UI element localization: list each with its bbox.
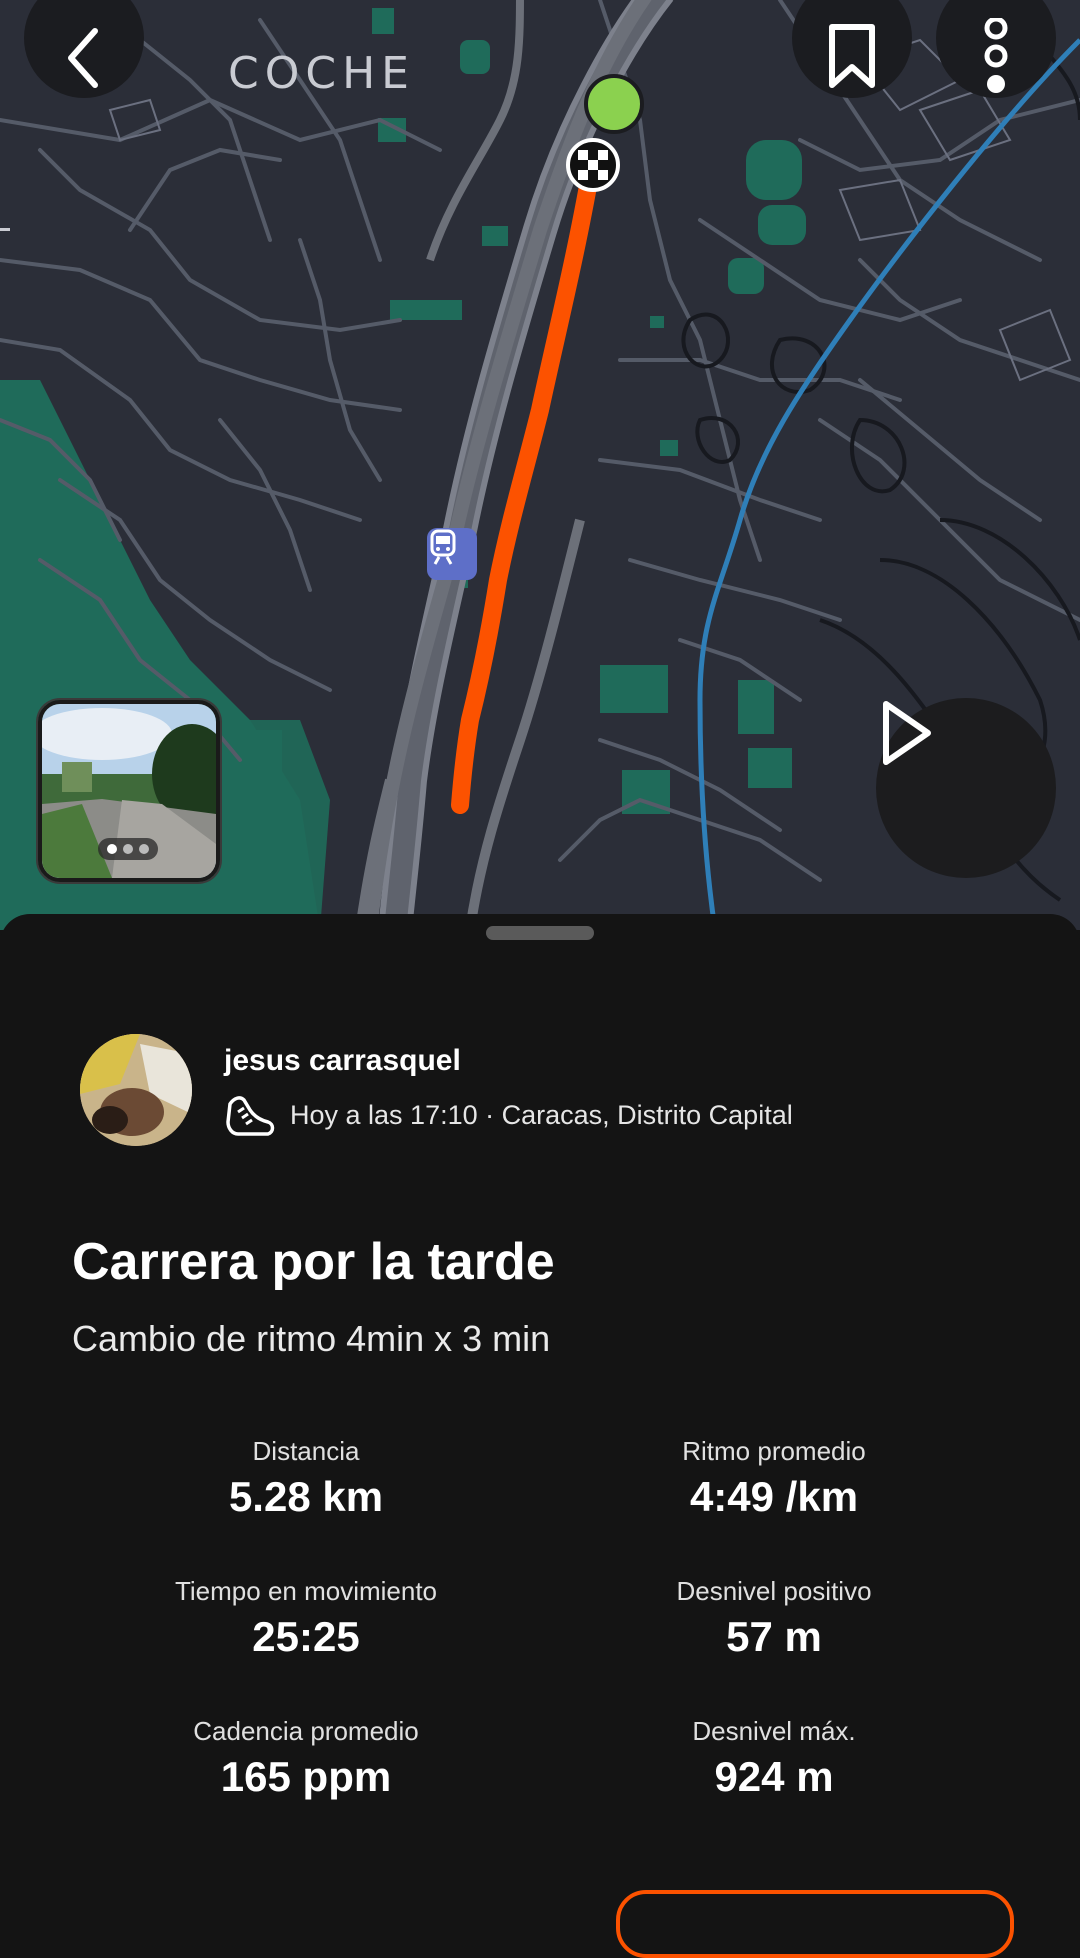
running-shoe-icon (226, 1096, 275, 1136)
activity-photo-thumbnail[interactable] (38, 700, 220, 882)
stat-label: Tiempo en movimiento (174, 1576, 438, 1606)
start-marker (584, 74, 644, 134)
train-station-icon[interactable] (427, 528, 477, 580)
pager-dot-active (107, 844, 117, 854)
pager-dot (123, 844, 133, 854)
stat-avg-cadence: Cadencia promedio 165 ppm (106, 1716, 506, 1801)
stat-label: Desnivel máx. (692, 1716, 856, 1746)
stat-value: 165 ppm (220, 1753, 392, 1800)
pager-dot (139, 844, 149, 854)
stat-value: 25:25 (252, 1613, 360, 1660)
stat-label: Desnivel positivo (676, 1576, 872, 1606)
sheet-drag-handle[interactable] (486, 926, 594, 940)
bookmark-icon (829, 24, 875, 88)
activity-meta: Hoy a las 17:10 · Caracas, Distrito Capi… (224, 1092, 793, 1138)
stat-label: Ritmo promedio (682, 1436, 866, 1466)
stat-avg-pace: Ritmo promedio 4:49 /km (574, 1436, 974, 1521)
stat-label: Distancia (252, 1436, 360, 1466)
activity-date-location: Hoy a las 17:10 · Caracas, Distrito Capi… (290, 1099, 793, 1130)
area-label: COCHE (228, 48, 415, 99)
activity-description: Cambio de ritmo 4min x 3 min (72, 1318, 551, 1359)
activity-title: Carrera por la tarde (72, 1233, 555, 1291)
route-map[interactable]: COCHE (0, 0, 1080, 930)
avatar[interactable] (80, 1034, 192, 1146)
athlete-name[interactable]: jesus carrasquel (224, 1044, 461, 1078)
stat-label: Cadencia promedio (193, 1716, 419, 1746)
stat-value: 57 m (726, 1613, 822, 1660)
stat-max-elevation: Desnivel máx. 924 m (574, 1716, 974, 1801)
more-vertical-icon (984, 18, 1008, 93)
stat-moving-time: Tiempo en movimiento 25:25 (106, 1576, 506, 1661)
stat-value: 5.28 km (228, 1473, 384, 1520)
stat-value: 4:49 /km (689, 1473, 859, 1520)
chevron-left-icon (68, 28, 98, 88)
finish-flag-icon (566, 138, 620, 192)
stat-distance: Distancia 5.28 km (106, 1436, 506, 1521)
avatar-image (80, 1034, 192, 1146)
flyover-play-button[interactable] (876, 698, 1056, 878)
play-icon (883, 701, 931, 765)
stat-elevation-gain: Desnivel positivo 57 m (574, 1576, 974, 1661)
photo-pager-dots (98, 838, 158, 860)
cut-off-action-button[interactable] (616, 1890, 1014, 1958)
stat-value: 924 m (714, 1753, 834, 1800)
